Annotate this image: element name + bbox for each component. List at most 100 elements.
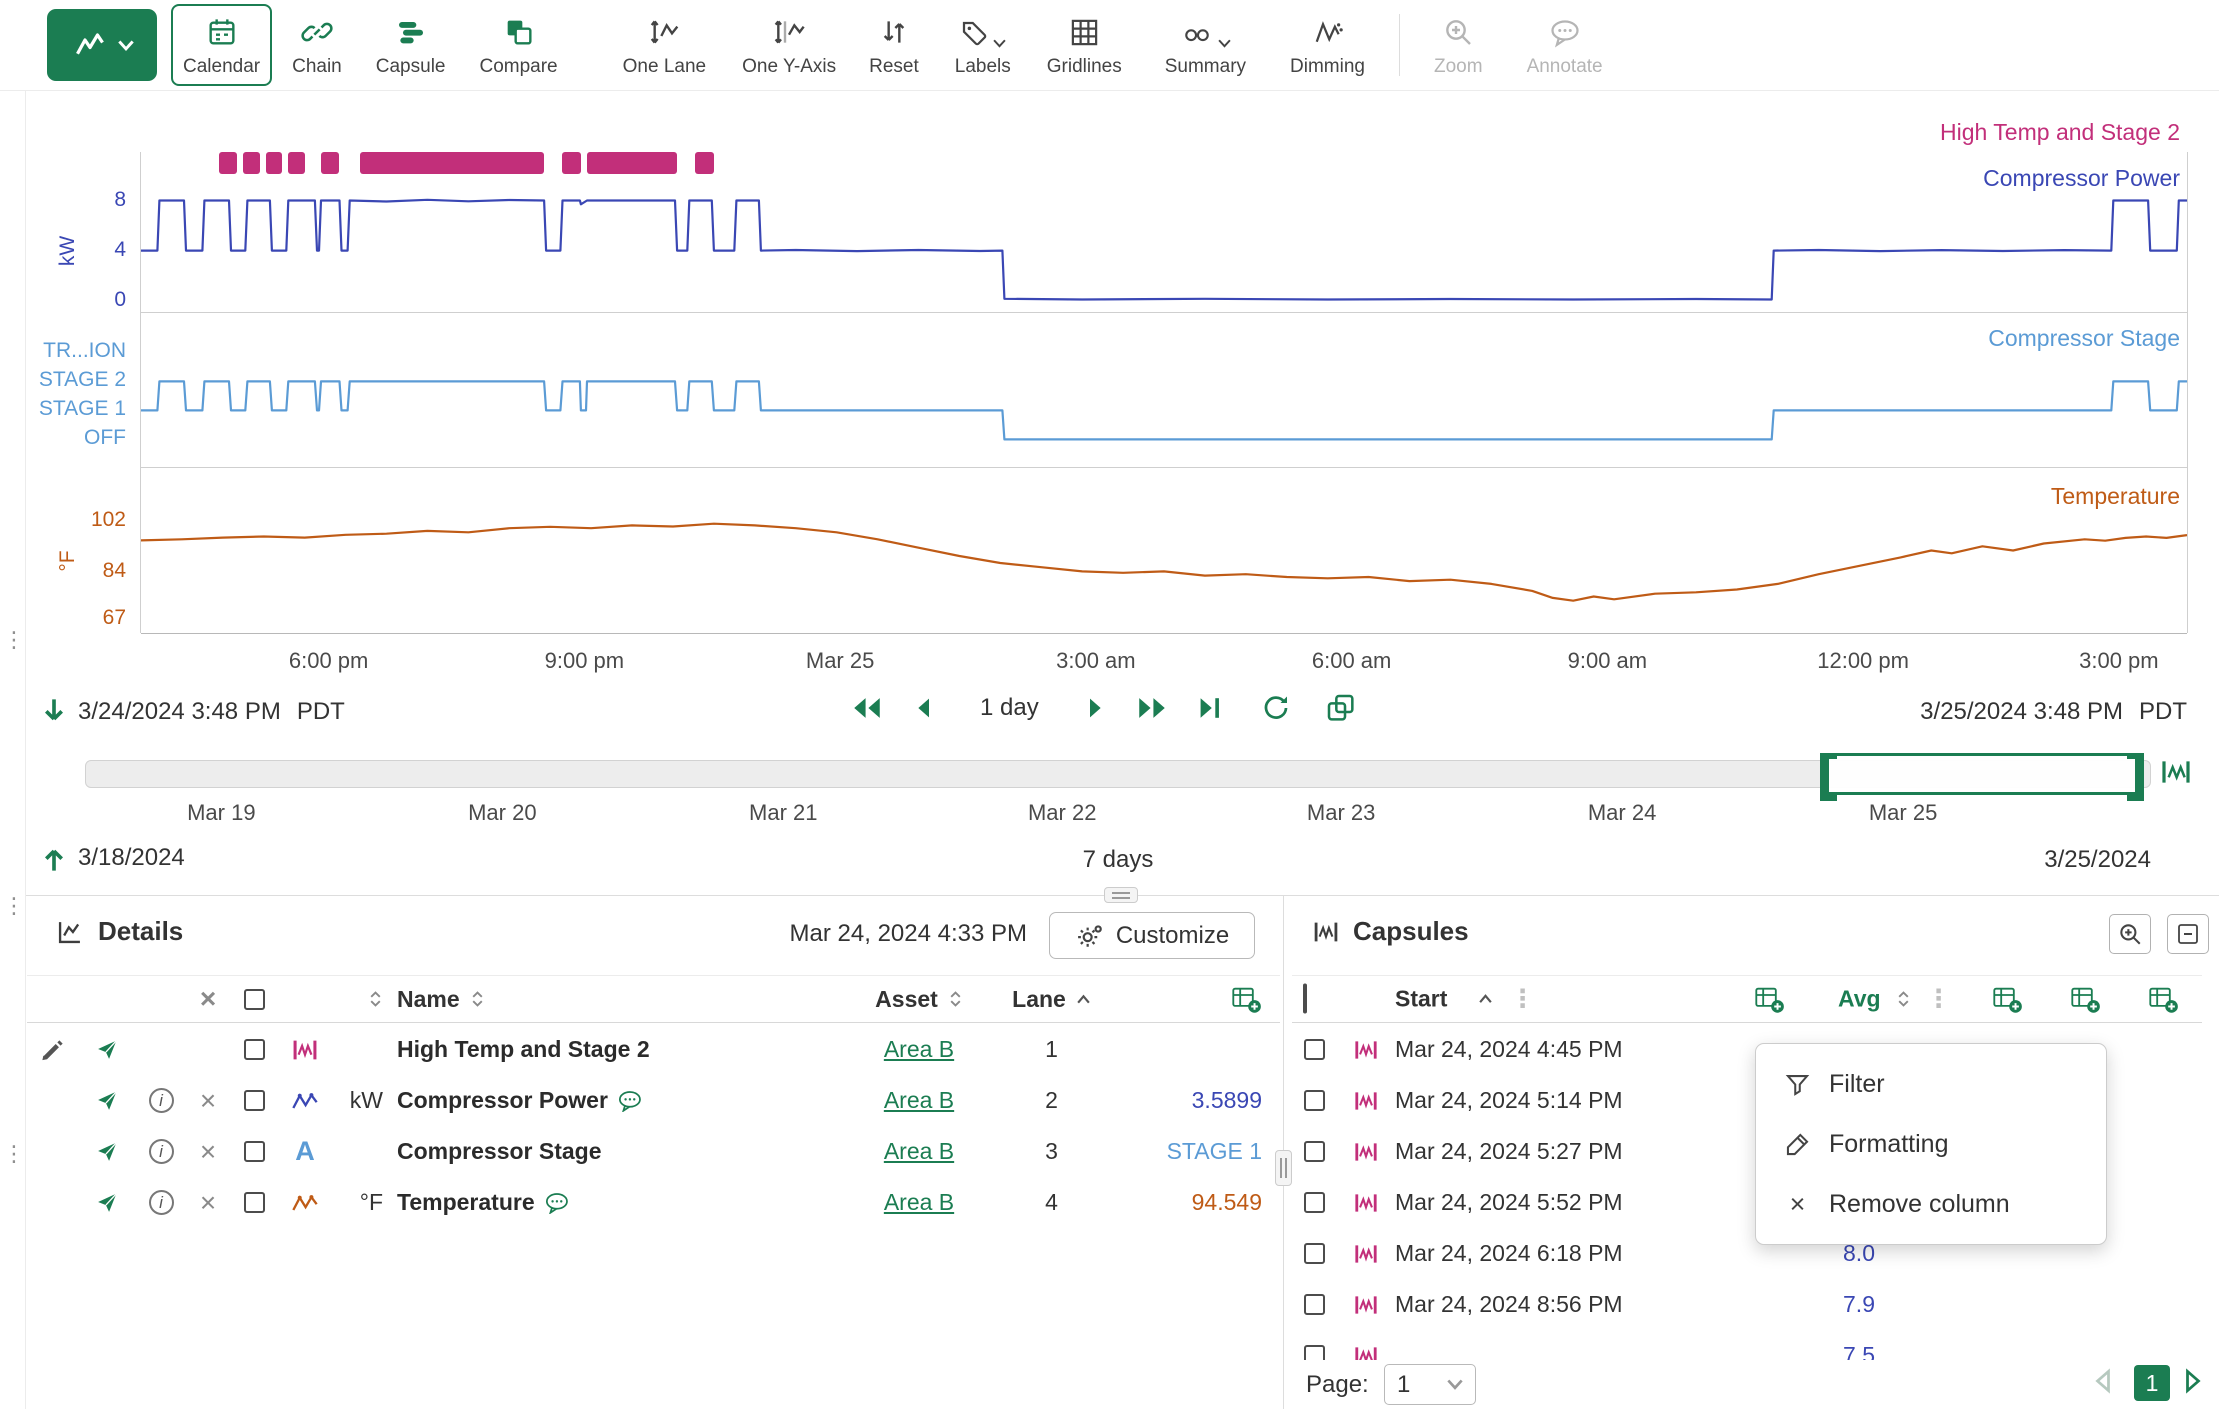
asset-link[interactable]: Area B: [884, 1036, 954, 1063]
condition-capsule[interactable]: [587, 152, 677, 174]
timeline-bar[interactable]: [85, 760, 2151, 788]
selection-left-handle[interactable]: [1820, 753, 1829, 801]
remove-item-icon[interactable]: ×: [200, 1191, 216, 1215]
display-range-end[interactable]: 3/25/2024 3:48 PM: [1920, 698, 2123, 726]
toolbar-chain-button[interactable]: Chain: [282, 4, 352, 86]
page-next-icon[interactable]: [2182, 1368, 2204, 1394]
temperature-chart[interactable]: [141, 488, 2187, 633]
copy-range-icon[interactable]: [1325, 692, 1357, 724]
toolbar-dimming-button[interactable]: Dimming: [1280, 4, 1375, 86]
capsule-checkbox[interactable]: [1304, 1294, 1325, 1315]
remove-item-icon[interactable]: ×: [200, 1089, 216, 1113]
toolbar-compare-button[interactable]: Compare: [469, 4, 567, 86]
timeline-capsules-icon[interactable]: [2160, 757, 2192, 787]
skip-to-end-icon[interactable]: [1195, 695, 1223, 721]
pencil-icon[interactable]: [40, 1037, 66, 1063]
menu-item-formatting[interactable]: Formatting: [1756, 1114, 2106, 1174]
info-icon[interactable]: i: [149, 1139, 174, 1164]
avg-column-menu-icon[interactable]: ⋮: [1926, 984, 1951, 1014]
capsule-checkbox[interactable]: [1304, 1243, 1325, 1264]
page-prev-icon[interactable]: [2092, 1368, 2114, 1394]
horizontal-splitter-handle[interactable]: [1104, 887, 1138, 903]
remove-item-icon[interactable]: ×: [200, 1140, 216, 1164]
add-column-icon[interactable]: [1992, 984, 2023, 1014]
toolbar-one-lane-button[interactable]: One Lane: [613, 4, 716, 86]
condition-capsule[interactable]: [321, 152, 339, 174]
step-back-icon[interactable]: [912, 696, 934, 720]
column-asset-header[interactable]: Asset: [875, 986, 938, 1013]
sort-type-icon[interactable]: [368, 989, 383, 1009]
asset-link[interactable]: Area B: [884, 1087, 954, 1114]
condition-capsule[interactable]: [360, 152, 544, 174]
tool-indicator-icon[interactable]: [95, 1088, 120, 1113]
column-avg-header[interactable]: Avg: [1838, 986, 1881, 1013]
add-column-icon[interactable]: [2148, 984, 2179, 1014]
sort-name-icon[interactable]: [470, 989, 485, 1009]
move-range-down-icon[interactable]: [40, 696, 68, 728]
remove-all-icon[interactable]: ×: [200, 987, 216, 1011]
asset-link[interactable]: Area B: [884, 1138, 954, 1165]
add-column-icon[interactable]: [1231, 984, 1262, 1014]
selection-right-handle[interactable]: [2135, 753, 2144, 801]
toolbar-capsule-button[interactable]: Capsule: [366, 4, 456, 86]
capsule-checkbox[interactable]: [1304, 1039, 1325, 1060]
sort-start-asc-icon[interactable]: [1478, 993, 1493, 1006]
toolbar-annotate-button[interactable]: Annotate: [1517, 4, 1613, 86]
menu-item-filter[interactable]: Filter: [1756, 1054, 2106, 1114]
display-range-start[interactable]: 3/24/2024 3:48 PM: [78, 698, 281, 726]
condition-capsule[interactable]: [695, 152, 713, 174]
row-checkbox[interactable]: [244, 1141, 265, 1162]
sort-lane-asc-icon[interactable]: [1076, 993, 1091, 1006]
toolbar-gridlines-button[interactable]: Gridlines: [1037, 4, 1132, 86]
capsule-checkbox[interactable]: [1304, 1192, 1325, 1213]
power-chart[interactable]: [141, 188, 2187, 312]
tool-indicator-icon[interactable]: [95, 1139, 120, 1164]
condition-capsule[interactable]: [243, 152, 259, 174]
capsule-checkbox[interactable]: [1304, 1090, 1325, 1111]
x-axis-labels[interactable]: 6:00 pm9:00 pmMar 253:00 am6:00 am9:00 a…: [141, 648, 2187, 678]
sort-avg-icon[interactable]: [1896, 989, 1911, 1009]
item-name[interactable]: Compressor Stage: [397, 1138, 602, 1165]
condition-capsule[interactable]: [288, 152, 304, 174]
toolbar-summary-button[interactable]: Summary: [1155, 4, 1256, 86]
item-name[interactable]: Compressor Power: [397, 1087, 608, 1114]
sort-asset-icon[interactable]: [948, 989, 963, 1009]
info-icon[interactable]: i: [149, 1088, 174, 1113]
column-lane-header[interactable]: Lane: [1012, 986, 1066, 1013]
page-size-select[interactable]: 1: [1384, 1364, 1476, 1405]
info-icon[interactable]: i: [149, 1190, 174, 1215]
vertical-splitter-handle[interactable]: [1275, 1150, 1292, 1186]
move-range-up-icon[interactable]: [40, 842, 68, 874]
add-column-icon[interactable]: [2070, 984, 2101, 1014]
investigate-start[interactable]: 3/18/2024: [78, 844, 185, 872]
row-checkbox[interactable]: [244, 1192, 265, 1213]
customize-button[interactable]: Customize: [1049, 912, 1255, 959]
menu-item-remove-column[interactable]: × Remove column: [1756, 1174, 2106, 1234]
capsule-checkbox[interactable]: [1304, 1141, 1325, 1162]
rail-grip[interactable]: ⋮: [3, 1139, 21, 1169]
item-name[interactable]: Temperature: [397, 1189, 535, 1216]
refresh-icon[interactable]: [1261, 693, 1291, 723]
comment-icon[interactable]: [545, 1192, 571, 1214]
zoom-to-capsule-button[interactable]: [2109, 914, 2151, 954]
range-duration[interactable]: 1 day: [980, 694, 1039, 722]
fast-forward-icon[interactable]: [1135, 695, 1169, 721]
column-start-header[interactable]: Start: [1395, 986, 1447, 1013]
column-name-header[interactable]: Name: [397, 986, 460, 1013]
series-label-condition[interactable]: High Temp and Stage 2: [1940, 119, 2180, 146]
stage-chart[interactable]: [141, 332, 2187, 467]
trend-view-button[interactable]: [47, 9, 157, 81]
step-forward-icon[interactable]: [1085, 696, 1107, 720]
toolbar-one-y-axis-button[interactable]: One Y-Axis: [732, 4, 846, 86]
fast-backward-icon[interactable]: [850, 695, 884, 721]
rail-grip[interactable]: ⋮: [3, 625, 21, 655]
investigate-duration[interactable]: 7 days: [1083, 846, 1154, 874]
asset-link[interactable]: Area B: [884, 1189, 954, 1216]
condition-capsule[interactable]: [266, 152, 282, 174]
collapse-panel-button[interactable]: [2167, 914, 2209, 954]
investigate-end[interactable]: 3/25/2024: [2044, 846, 2151, 874]
tool-indicator-icon[interactable]: [95, 1037, 120, 1062]
condition-capsule[interactable]: [219, 152, 237, 174]
comment-icon[interactable]: [618, 1090, 644, 1112]
row-checkbox[interactable]: [244, 1090, 265, 1111]
